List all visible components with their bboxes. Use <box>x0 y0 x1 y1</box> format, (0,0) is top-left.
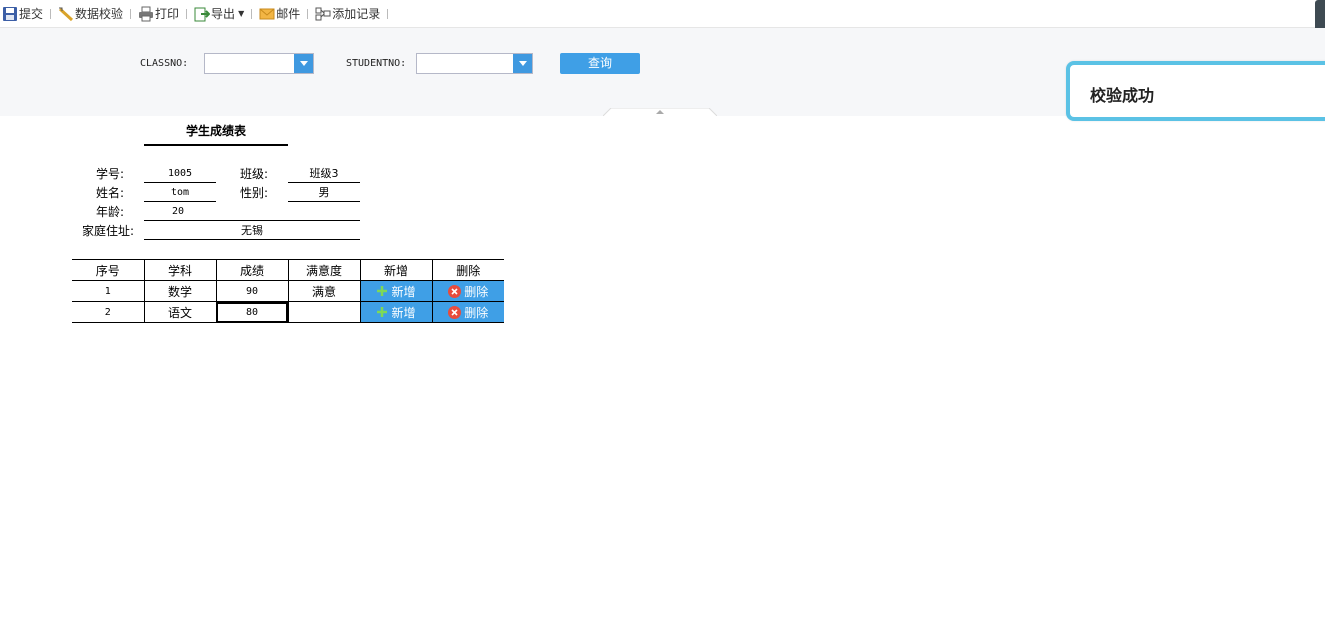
toast-message: 校验成功 <box>1090 86 1155 105</box>
student-no-label: 学号: <box>95 167 124 181</box>
title-underline <box>144 144 288 146</box>
validate-button[interactable]: 数据校验 <box>56 0 125 28</box>
address-label: 家庭住址: <box>81 224 134 238</box>
add-row-button[interactable]: 新增 <box>360 281 432 301</box>
cell-seq: 1 <box>72 280 144 302</box>
age-value: 20 <box>144 203 360 221</box>
print-label: 打印 <box>155 7 180 21</box>
cell-subject: 数学 <box>143 280 216 302</box>
table-row: 2 语文 80 新增 删除 <box>72 301 504 323</box>
cell-delete: 删除 <box>431 301 504 323</box>
mail-label: 邮件 <box>276 7 301 21</box>
age-label: 年龄: <box>95 205 124 219</box>
chevron-down-icon: ▼ <box>238 9 245 18</box>
header-score: 成绩 <box>215 259 288 281</box>
toolbar-separator <box>130 8 132 19</box>
classno-label: CLASSNO: <box>140 58 189 69</box>
toolbar-separator <box>387 8 389 19</box>
validate-label: 数据校验 <box>75 7 124 21</box>
add-record-button[interactable]: 添加记录 <box>313 0 382 28</box>
address-value: 无锡 <box>144 222 360 240</box>
plus-icon <box>377 307 388 317</box>
cell-seq: 2 <box>72 301 144 323</box>
header-add: 新增 <box>359 259 432 281</box>
delete-row-button[interactable]: 删除 <box>432 302 504 322</box>
export-label: 导出 <box>211 7 236 21</box>
close-icon <box>448 305 462 319</box>
ruler-pencil-icon <box>59 7 74 21</box>
plus-icon <box>377 286 388 296</box>
header-seq: 序号 <box>72 259 144 281</box>
cell-score[interactable]: 80 <box>215 301 288 323</box>
toolbar: 提交 数据校验 打印 导出 ▼ 邮件 添加记录 <box>0 0 1325 28</box>
gender-value: 男 <box>288 184 360 202</box>
class-value: 班级3 <box>288 165 360 183</box>
gender-label: 性别: <box>239 186 268 200</box>
table-header-row: 序号 学科 成绩 满意度 新增 删除 <box>72 259 504 281</box>
class-label: 班级: <box>239 167 268 181</box>
save-icon <box>3 6 17 21</box>
toolbar-separator <box>186 8 188 19</box>
table-row: 1 数学 90 满意 新增 删除 <box>72 280 504 302</box>
add-row-label: 新增 <box>391 305 416 320</box>
header-delete: 删除 <box>431 259 504 281</box>
close-icon <box>448 284 462 298</box>
header-subject: 学科 <box>143 259 216 281</box>
cell-satisfaction[interactable] <box>287 301 360 323</box>
add-row-label: 新增 <box>391 284 416 299</box>
cell-satisfaction[interactable]: 满意 <box>287 280 360 302</box>
printer-icon <box>139 6 154 21</box>
chevron-down-icon[interactable] <box>513 54 532 73</box>
export-button[interactable]: 导出 ▼ <box>192 0 246 28</box>
collapse-panel-icon[interactable] <box>603 108 717 116</box>
cell-delete: 删除 <box>431 280 504 302</box>
chevron-down-icon[interactable] <box>294 54 313 73</box>
cell-add: 新增 <box>359 301 432 323</box>
name-value: tom <box>144 184 216 202</box>
add-row-button[interactable]: 新增 <box>360 302 432 322</box>
export-icon <box>194 7 211 21</box>
cell-score[interactable]: 90 <box>215 280 288 302</box>
add-record-label: 添加记录 <box>332 7 381 21</box>
student-no-value: 1005 <box>144 165 216 183</box>
delete-row-button[interactable]: 删除 <box>432 281 504 301</box>
studentno-label: STUDENTNO: <box>346 58 407 69</box>
submit-label: 提交 <box>19 7 44 21</box>
report-title: 学生成绩表 <box>185 124 246 138</box>
delete-row-label: 删除 <box>464 305 489 320</box>
studentno-combo[interactable] <box>416 53 533 74</box>
cell-subject: 语文 <box>143 301 216 323</box>
toolbar-separator <box>251 8 253 19</box>
query-button[interactable]: 查询 <box>560 53 640 74</box>
add-record-icon <box>315 7 331 20</box>
delete-row-label: 删除 <box>464 284 489 299</box>
cell-add: 新增 <box>359 280 432 302</box>
classno-combo[interactable] <box>204 53 314 74</box>
toolbar-separator <box>307 8 309 19</box>
validation-toast: 校验成功 <box>1066 61 1325 121</box>
name-label: 姓名: <box>95 186 124 200</box>
mail-button[interactable]: 邮件 <box>257 0 302 28</box>
print-button[interactable]: 打印 <box>136 0 181 28</box>
submit-button[interactable]: 提交 <box>0 0 45 28</box>
mail-icon <box>259 8 275 19</box>
header-satisfaction: 满意度 <box>287 259 360 281</box>
toolbar-separator <box>50 8 52 19</box>
score-table: 序号 学科 成绩 满意度 新增 删除 1 数学 90 满意 新增 删除 2 语文… <box>72 259 504 323</box>
